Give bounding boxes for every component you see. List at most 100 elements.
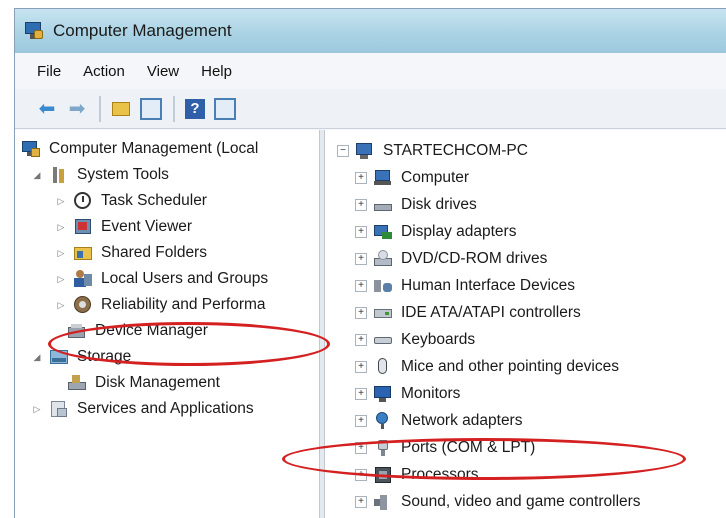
computer-management-icon: [23, 20, 45, 42]
shared-folder-icon: [73, 244, 93, 262]
device-category-sound[interactable]: + Sound, video and game controllers: [355, 489, 641, 515]
device-category-hid[interactable]: + Human Interface Devices: [355, 273, 575, 299]
back-arrow-icon[interactable]: ⬅: [35, 97, 59, 121]
disk-drive-icon: [373, 196, 393, 214]
storage-icon: [49, 348, 69, 366]
tree-item-local-users[interactable]: ▷ Local Users and Groups: [55, 266, 268, 292]
tree-item-task-scheduler[interactable]: ▷ Task Scheduler: [55, 188, 207, 214]
ide-controller-icon: [373, 304, 393, 322]
collapsed-triangle-icon[interactable]: ▷: [31, 403, 43, 415]
collapsed-triangle-icon[interactable]: ▷: [55, 221, 67, 233]
expand-box-icon[interactable]: +: [355, 226, 367, 238]
title-bar[interactable]: Computer Management: [15, 9, 726, 53]
menu-action[interactable]: Action: [83, 63, 125, 80]
device-category-label: DVD/CD-ROM drives: [401, 250, 548, 267]
device-category-display-adapters[interactable]: + Display adapters: [355, 219, 516, 245]
tree-item-reliability[interactable]: ▷ Reliability and Performa: [55, 292, 266, 318]
device-category-label: Monitors: [401, 385, 461, 402]
expand-box-icon[interactable]: +: [355, 172, 367, 184]
device-manager-icon: [67, 322, 87, 340]
expand-box-icon[interactable]: +: [355, 469, 367, 481]
toolbar-separator: [99, 95, 101, 122]
device-category-monitors[interactable]: + Monitors: [355, 381, 460, 407]
expand-box-icon[interactable]: +: [355, 334, 367, 346]
expand-box-icon[interactable]: +: [355, 253, 367, 265]
folder-up-icon[interactable]: [109, 97, 133, 121]
menu-view[interactable]: View: [147, 63, 179, 80]
expand-box-icon[interactable]: +: [355, 361, 367, 373]
expand-box-icon[interactable]: +: [355, 415, 367, 427]
tree-item-event-viewer[interactable]: ▷ Event Viewer: [55, 214, 193, 240]
expanded-triangle-icon[interactable]: ◢: [31, 169, 43, 181]
console-tree-pane[interactable]: Computer Management (Local ◢ System Tool…: [15, 130, 319, 518]
menu-help[interactable]: Help: [201, 63, 232, 80]
collapsed-triangle-icon[interactable]: ▷: [55, 195, 67, 207]
tree-item-system-tools[interactable]: ◢ System Tools: [31, 162, 169, 188]
tree-item-shared-folders[interactable]: ▷ Shared Folders: [55, 240, 207, 266]
device-category-label: Computer: [401, 169, 470, 186]
collapsed-triangle-icon[interactable]: ▷: [55, 273, 67, 285]
device-category-disk-drives[interactable]: + Disk drives: [355, 192, 477, 218]
tools-icon: [49, 166, 69, 184]
device-category-computer[interactable]: + Computer: [355, 165, 469, 191]
device-category-label: Display adapters: [401, 223, 517, 240]
expand-box-icon[interactable]: +: [355, 442, 367, 454]
menu-file[interactable]: File: [37, 63, 61, 80]
tree-item-label: Shared Folders: [101, 244, 207, 261]
tree-item-label: Disk Management: [95, 374, 220, 391]
device-tree-pane[interactable]: − STARTECHCOM-PC + Computer + Disk drive…: [325, 130, 726, 518]
device-category-keyboards[interactable]: + Keyboards: [355, 327, 475, 353]
network-adapter-icon: [373, 412, 393, 430]
device-category-label: IDE ATA/ATAPI controllers: [401, 304, 581, 321]
expand-box-icon[interactable]: +: [355, 307, 367, 319]
tree-item-disk-management[interactable]: Disk Management: [67, 370, 220, 396]
expanded-triangle-icon[interactable]: ◢: [31, 351, 43, 363]
device-category-mice[interactable]: + Mice and other pointing devices: [355, 354, 619, 380]
tree-item-computer-management[interactable]: Computer Management (Local: [21, 136, 258, 162]
computer-icon: [355, 142, 375, 160]
keyboard-icon: [373, 331, 393, 349]
device-category-label: Disk drives: [401, 196, 477, 213]
toolbar: ⬅ ➡ ?: [15, 89, 726, 129]
tree-item-label: Device Manager: [95, 322, 208, 339]
device-category-dvd[interactable]: + DVD/CD-ROM drives: [355, 246, 547, 272]
display-adapter-icon: [373, 223, 393, 241]
device-tree-root[interactable]: − STARTECHCOM-PC: [337, 138, 528, 164]
device-category-network[interactable]: + Network adapters: [355, 408, 522, 434]
hid-icon: [373, 277, 393, 295]
device-category-label: Ports (COM & LPT): [401, 439, 536, 456]
root-label: STARTECHCOM-PC: [383, 142, 528, 159]
forward-arrow-icon[interactable]: ➡: [65, 97, 89, 121]
device-category-label: Processors: [401, 466, 479, 483]
tree-item-label: Event Viewer: [101, 218, 193, 235]
help-icon[interactable]: ?: [183, 97, 207, 121]
device-category-label: Human Interface Devices: [401, 277, 576, 294]
expand-box-icon[interactable]: +: [355, 199, 367, 211]
collapsed-triangle-icon[interactable]: ▷: [55, 247, 67, 259]
device-category-ports[interactable]: + Ports (COM & LPT): [355, 435, 535, 461]
computer-management-icon: [21, 140, 41, 158]
properties-icon[interactable]: [213, 97, 237, 121]
disk-management-icon: [67, 374, 87, 392]
expand-box-icon[interactable]: +: [355, 496, 367, 508]
tree-item-label: Services and Applications: [77, 400, 254, 417]
collapsed-triangle-icon[interactable]: ▷: [55, 299, 67, 311]
expand-box-icon[interactable]: +: [355, 388, 367, 400]
device-category-label: Sound, video and game controllers: [401, 493, 641, 510]
tree-item-device-manager[interactable]: Device Manager: [67, 318, 208, 344]
window-title: Computer Management: [53, 21, 232, 40]
dvd-drive-icon: [373, 250, 393, 268]
show-hide-tree-icon[interactable]: [139, 97, 163, 121]
event-viewer-icon: [73, 218, 93, 236]
collapse-box-icon[interactable]: −: [337, 145, 349, 157]
tree-item-storage[interactable]: ◢ Storage: [31, 344, 132, 370]
tree-item-services-applications[interactable]: ▷ Services and Applications: [31, 396, 254, 422]
tree-item-label: Storage: [77, 348, 132, 365]
processor-icon: [373, 466, 393, 484]
computer-management-window: Computer Management File Action View Hel…: [14, 8, 726, 518]
mouse-icon: [373, 358, 393, 376]
device-category-ide[interactable]: + IDE ATA/ATAPI controllers: [355, 300, 581, 326]
device-category-processors[interactable]: + Processors: [355, 462, 479, 488]
expand-box-icon[interactable]: +: [355, 280, 367, 292]
device-category-label: Mice and other pointing devices: [401, 358, 619, 375]
